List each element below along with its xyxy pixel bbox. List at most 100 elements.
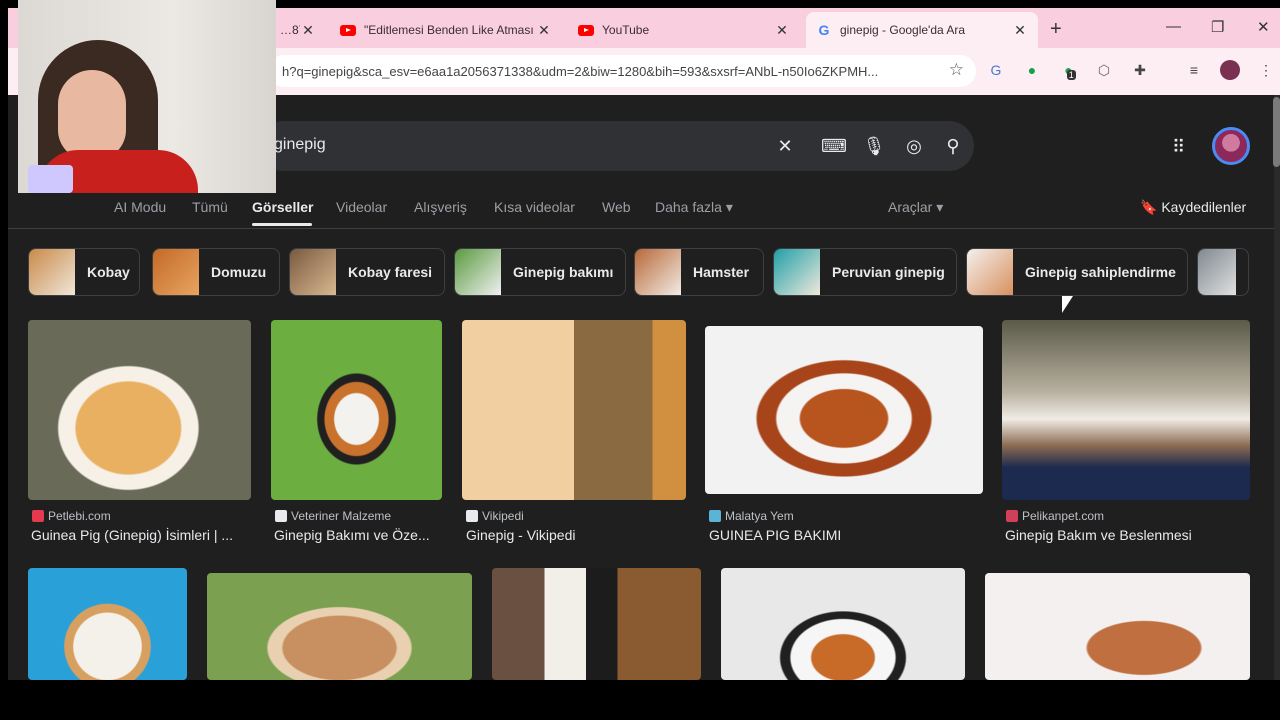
minimize-icon[interactable]: —: [1166, 18, 1181, 35]
chip-kobay[interactable]: Kobay: [28, 248, 140, 296]
restore-icon[interactable]: ❐: [1211, 18, 1224, 36]
chip-ginepig-bakimi[interactable]: Ginepig bakımı: [454, 248, 626, 296]
keyboard-icon[interactable]: ⌨: [821, 135, 847, 157]
extensions-icon[interactable]: ✚: [1130, 60, 1150, 80]
translate-icon[interactable]: G: [986, 60, 1006, 80]
tools-button[interactable]: Araçlar ▾: [888, 199, 943, 216]
clear-icon[interactable]: ✕: [774, 135, 796, 157]
chip-label: Kobay: [87, 264, 130, 280]
extension-badge-icon[interactable]: ●1: [1060, 60, 1080, 80]
search-input[interactable]: ginepig: [274, 136, 326, 154]
source-name: Vikipedi: [482, 509, 524, 523]
menu-icon[interactable]: ⋮: [1256, 60, 1276, 80]
search-icon[interactable]: ⚲: [942, 135, 964, 157]
result-image-7[interactable]: [207, 573, 472, 680]
address-bar[interactable]: h?q=ginepig&sca_esv=e6aa1a2056371338&udm…: [268, 55, 976, 87]
chip-thumbnail: [635, 249, 681, 295]
chip-label: Ginepig sahiplendirme: [1025, 264, 1176, 280]
result-source-5[interactable]: Pelikanpet.com: [1006, 509, 1104, 523]
result-image-3[interactable]: [462, 320, 686, 500]
nav-ai-mode[interactable]: AI Modu: [114, 199, 166, 215]
divider: [8, 228, 1274, 229]
person-face: [58, 70, 126, 160]
nav-videos[interactable]: Videolar: [336, 199, 387, 215]
favicon-icon: [32, 510, 44, 522]
result-source-2[interactable]: Veteriner Malzeme: [275, 509, 391, 523]
result-title-5[interactable]: Ginepig Bakım ve Beslenmesi: [1005, 527, 1250, 543]
tab-1[interactable]: …87 ✕: [270, 12, 326, 48]
bookmark-star-icon[interactable]: ☆: [949, 60, 964, 80]
result-image-6[interactable]: [28, 568, 187, 680]
result-image-2[interactable]: [271, 320, 442, 500]
result-title-4[interactable]: GUINEA PIG BAKIMI: [709, 527, 979, 543]
source-name: Petlebi.com: [48, 509, 111, 523]
chip-hamster[interactable]: Hamster: [634, 248, 764, 296]
chip-label: Ginepig bakımı: [513, 264, 614, 280]
apps-grid-icon[interactable]: ⠿: [1172, 137, 1185, 158]
url-text: h?q=ginepig&sca_esv=e6aa1a2056371338&udm…: [282, 64, 879, 79]
close-tab-icon[interactable]: ✕: [1012, 22, 1028, 39]
nav-shopping[interactable]: Alışveriş: [414, 199, 467, 215]
result-image-8[interactable]: [492, 568, 701, 680]
chip-peruvian-ginepig[interactable]: Peruvian ginepig: [773, 248, 957, 296]
chip-thumbnail: [774, 249, 820, 295]
lens-icon[interactable]: ◎: [903, 135, 925, 157]
account-avatar[interactable]: [1212, 127, 1250, 165]
scrollbar-track[interactable]: [1274, 95, 1280, 680]
nav-all[interactable]: Tümü: [192, 199, 228, 215]
result-title-1[interactable]: Guinea Pig (Ginepig) İsimleri | ...: [31, 527, 251, 543]
result-title-3[interactable]: Ginepig - Vikipedi: [466, 527, 686, 543]
nav-short-videos[interactable]: Kısa videolar: [494, 199, 575, 215]
nav-images[interactable]: Görseller: [252, 199, 313, 215]
result-source-3[interactable]: Vikipedi: [466, 509, 524, 523]
chip-domuzu[interactable]: Domuzu: [152, 248, 280, 296]
chip-ginepig-sahiplendirme[interactable]: Ginepig sahiplendirme: [966, 248, 1188, 296]
result-image-1[interactable]: [28, 320, 251, 500]
chip-kobay-faresi[interactable]: Kobay faresi: [289, 248, 445, 296]
chip-more[interactable]: [1197, 248, 1249, 296]
media-control-icon[interactable]: ≡: [1184, 60, 1204, 80]
bookmark-icon: 🔖: [1140, 199, 1158, 215]
tab-3[interactable]: YouTube ✕: [568, 12, 800, 48]
favicon-icon: [709, 510, 721, 522]
youtube-icon: [340, 22, 356, 38]
chip-thumbnail: [1198, 249, 1236, 295]
result-image-10[interactable]: [985, 573, 1250, 680]
google-icon: G: [818, 22, 830, 38]
active-tab-indicator: [252, 223, 312, 226]
favicon-icon: [1006, 510, 1018, 522]
close-window-icon[interactable]: ✕: [1257, 18, 1270, 36]
scrollbar-thumb[interactable]: [1273, 97, 1280, 167]
saved-button[interactable]: 🔖 Kaydedilenler: [1140, 199, 1246, 216]
tab-4-active[interactable]: G ginepig - Google'da Ara ✕: [806, 12, 1038, 48]
chip-label: Domuzu: [211, 264, 267, 280]
result-source-4[interactable]: Malatya Yem: [709, 509, 794, 523]
close-tab-icon[interactable]: ✕: [536, 22, 552, 39]
result-source-1[interactable]: Petlebi.com: [32, 509, 111, 523]
screen: …87 ✕ "Editlemesi Benden Like Atması ✕ Y…: [0, 0, 1280, 720]
result-image-9[interactable]: [721, 568, 965, 680]
chip-thumbnail: [290, 249, 336, 295]
result-image-4[interactable]: [705, 326, 983, 494]
source-name: Veteriner Malzeme: [291, 509, 392, 523]
chip-thumbnail: [967, 249, 1013, 295]
chip-thumbnail: [29, 249, 75, 295]
nav-more[interactable]: Daha fazla ▾: [655, 199, 733, 216]
chip-label: Kobay faresi: [348, 264, 433, 280]
wikipedia-icon: [466, 510, 478, 522]
mouse-cursor-icon: [1062, 296, 1073, 313]
close-tab-icon[interactable]: ✕: [300, 22, 316, 39]
search-box[interactable]: ginepig ✕ ⌨ 🎙 ◎ ⚲: [258, 121, 974, 171]
nav-web[interactable]: Web: [602, 199, 631, 215]
grammarly-icon[interactable]: ●: [1022, 60, 1042, 80]
tab-2[interactable]: "Editlemesi Benden Like Atması ✕: [330, 12, 562, 48]
result-image-5[interactable]: [1002, 320, 1250, 500]
close-tab-icon[interactable]: ✕: [774, 22, 790, 39]
adblock-icon[interactable]: ⬡: [1094, 60, 1114, 80]
new-tab-button[interactable]: +: [1050, 18, 1062, 41]
profile-avatar[interactable]: [1220, 60, 1240, 80]
tab-title: ginepig - Google'da Ara: [840, 23, 966, 37]
microphone-icon[interactable]: 🎙: [863, 135, 886, 157]
source-name: Pelikanpet.com: [1022, 509, 1105, 523]
result-title-2[interactable]: Ginepig Bakımı ve Öze...: [274, 527, 444, 543]
